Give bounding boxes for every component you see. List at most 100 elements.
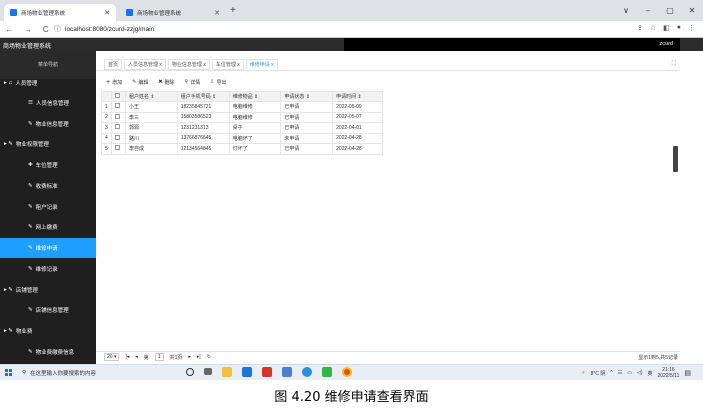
detail-button[interactable]: ⚲ 详情 — [185, 77, 201, 87]
column-header[interactable]: 申请时间 ⇕ — [332, 91, 383, 102]
table-row[interactable]: 2 李三 15803586523 电脑维修 已申请 2022-05-07 — [101, 111, 383, 123]
info-icon[interactable]: ⓘ — [54, 24, 61, 34]
notification-icon[interactable]: ▤ — [684, 369, 691, 377]
tab-personnel-info[interactable]: 人员信息管理 x — [124, 59, 166, 70]
chrome-icon[interactable] — [342, 367, 352, 377]
column-header[interactable]: 申请状态 ⇕ — [280, 91, 334, 102]
export-button[interactable]: ⇩ 导出 — [210, 77, 226, 87]
tab-search-icon[interactable]: ∨ — [615, 6, 637, 15]
sidebar-group-property-permission[interactable]: ▸ ✎ 物业权限管理 — [0, 134, 96, 154]
sidebar-item-repair-request[interactable]: ✎ 维修申请 — [0, 238, 96, 258]
row-select[interactable] — [110, 132, 126, 144]
checkbox[interactable] — [114, 103, 120, 109]
new-tab-button[interactable]: + — [230, 5, 236, 16]
table-row[interactable]: 3 郭源 1231231313 桌子 已申请 2022-04-01 — [101, 122, 383, 134]
last-page-icon[interactable]: ▸| — [197, 354, 201, 360]
delete-button[interactable]: ✖ 删除 — [158, 77, 174, 87]
clock[interactable]: 21:16 2022/5/11 — [658, 367, 680, 379]
maximize-icon[interactable]: ▢ — [659, 6, 681, 15]
checkbox[interactable] — [114, 93, 120, 98]
close-icon[interactable]: x — [237, 62, 240, 68]
word-icon[interactable] — [262, 367, 272, 377]
tab-home[interactable]: 首页 — [104, 59, 123, 70]
minimize-icon[interactable]: – — [637, 6, 659, 15]
reload-icon[interactable]: C — [43, 25, 49, 34]
close-window-icon[interactable]: ✕ — [681, 6, 703, 15]
close-tab-icon[interactable]: ✕ — [214, 9, 220, 17]
scrollbar-thumb[interactable] — [673, 146, 678, 172]
cortana-icon[interactable] — [186, 368, 194, 376]
app-icon[interactable] — [302, 367, 312, 377]
table-row[interactable]: 5 李自成 12134564845 灯坏了 已申请 2022-04-28 — [101, 143, 383, 155]
table-row[interactable]: 1 小王 18235845721 电脑维修 已申请 2022-05-09 — [101, 101, 383, 113]
prev-page-icon[interactable]: ◂ — [135, 354, 138, 360]
network-icon[interactable]: ☷ — [618, 370, 622, 376]
pycharm-icon[interactable] — [322, 367, 332, 377]
battery-icon[interactable]: ▭ — [627, 370, 632, 376]
tray-arrow-icon[interactable]: ^ — [610, 370, 612, 376]
checkbox[interactable] — [114, 124, 120, 130]
star-icon[interactable]: ☆ — [650, 24, 656, 32]
expand-icon[interactable]: ⛶ — [672, 61, 676, 68]
sidebar-item-property-fee-info[interactable]: ✎ 物业费缴费信息 — [0, 342, 96, 362]
sidebar-item-fee-standard[interactable]: ✎ 收费标准 — [0, 176, 96, 196]
file-explorer-icon[interactable] — [222, 367, 232, 377]
checkbox[interactable] — [114, 134, 120, 140]
add-button[interactable]: + 增加 — [106, 77, 122, 87]
checkbox[interactable] — [114, 145, 120, 151]
sidebar-item-shop-info[interactable]: ✎ 店铺信息管理 — [0, 300, 96, 320]
tab-property-info[interactable]: 物业信息管理 x — [167, 59, 210, 70]
close-icon[interactable]: x — [203, 62, 206, 68]
row-select[interactable] — [110, 122, 126, 134]
refresh-icon[interactable]: ↻ — [207, 354, 211, 360]
back-icon[interactable]: ← — [5, 25, 13, 34]
page-size-select[interactable]: 20 ▾ — [104, 353, 120, 361]
first-page-icon[interactable]: |◂ — [125, 354, 129, 360]
sidebar-item-online-payment[interactable]: ✎ 网上缴费 — [0, 217, 96, 237]
sidebar-item-personnel-info[interactable]: ☰ 人员信息管理 — [0, 93, 96, 113]
user-menu[interactable]: zcurd — [660, 41, 673, 47]
tab-label: 首页 — [108, 62, 119, 68]
forward-icon[interactable]: → — [24, 25, 32, 34]
edit-button[interactable]: ✎ 编辑 — [132, 77, 148, 87]
close-icon[interactable]: x — [271, 62, 274, 68]
volume-icon[interactable]: ◁) — [637, 370, 643, 376]
app-title: 商场物业管理系统 — [3, 44, 52, 50]
tab-repair-request[interactable]: 维修申请 x — [245, 59, 278, 70]
row-select[interactable] — [110, 143, 126, 155]
close-icon[interactable]: x — [159, 62, 162, 68]
tab-parking[interactable]: 车位管理 x — [211, 59, 244, 70]
sidebar-item-tenant-records[interactable]: ✎ 租户记录 — [0, 197, 96, 217]
row-select[interactable] — [110, 101, 126, 113]
sidebar-group-personnel[interactable]: ▸ ♫ 人员管理 — [0, 73, 96, 93]
column-header[interactable]: 租户手机号码 ⇕ — [176, 91, 230, 102]
table-row[interactable]: 4 路川 13766876645 电脑坏了 未申请 2022-04-28 — [101, 132, 383, 144]
column-header[interactable]: 租户姓名 ⇕ — [124, 91, 178, 102]
ime-indicator[interactable]: 英 — [647, 370, 652, 377]
share-icon[interactable]: ⇪ — [637, 24, 643, 32]
pencil-icon: ✎ — [28, 224, 33, 230]
sidepanel-icon[interactable]: ◧ — [663, 24, 670, 32]
sidebar-group-property-fee[interactable]: ▸ ✎ 物业费 — [0, 321, 96, 341]
checkbox[interactable] — [114, 113, 120, 119]
browser-tab-2[interactable]: 商场物业管理系统 ✕ — [120, 4, 226, 21]
sidebar-item-parking[interactable]: ✚ 车位管理 — [0, 155, 96, 175]
column-header[interactable]: 维修物品 ⇕ — [228, 91, 282, 102]
browser-tab-1[interactable]: 商场物业管理系统 ✕ — [4, 4, 116, 21]
url-field[interactable]: localhost:8080/zcurd-zzjg/main — [65, 26, 154, 33]
sidebar-item-property-info[interactable]: ✎ 物业信息管理 — [0, 114, 96, 134]
photos-icon[interactable] — [282, 367, 292, 377]
select-all-header[interactable] — [110, 91, 126, 102]
taskbar-search[interactable]: ⚲ 在这里输入你要搜索的内容 — [16, 365, 146, 381]
next-page-icon[interactable]: ▸ — [188, 354, 191, 360]
windows-start-icon[interactable] — [0, 365, 16, 381]
task-view-icon[interactable] — [204, 368, 212, 375]
mail-icon[interactable] — [242, 367, 252, 377]
sidebar-item-repair-records[interactable]: ✎ 维修记录 — [0, 259, 96, 279]
profile-icon[interactable]: ● — [677, 24, 681, 32]
page-number-input[interactable]: 1 — [154, 353, 164, 361]
close-tab-icon[interactable]: ✕ — [104, 9, 110, 17]
row-select[interactable] — [110, 111, 126, 123]
sidebar-group-shops[interactable]: ▸ ✎ 店铺管理 — [0, 280, 96, 300]
menu-icon[interactable]: ⋮ — [688, 24, 695, 32]
